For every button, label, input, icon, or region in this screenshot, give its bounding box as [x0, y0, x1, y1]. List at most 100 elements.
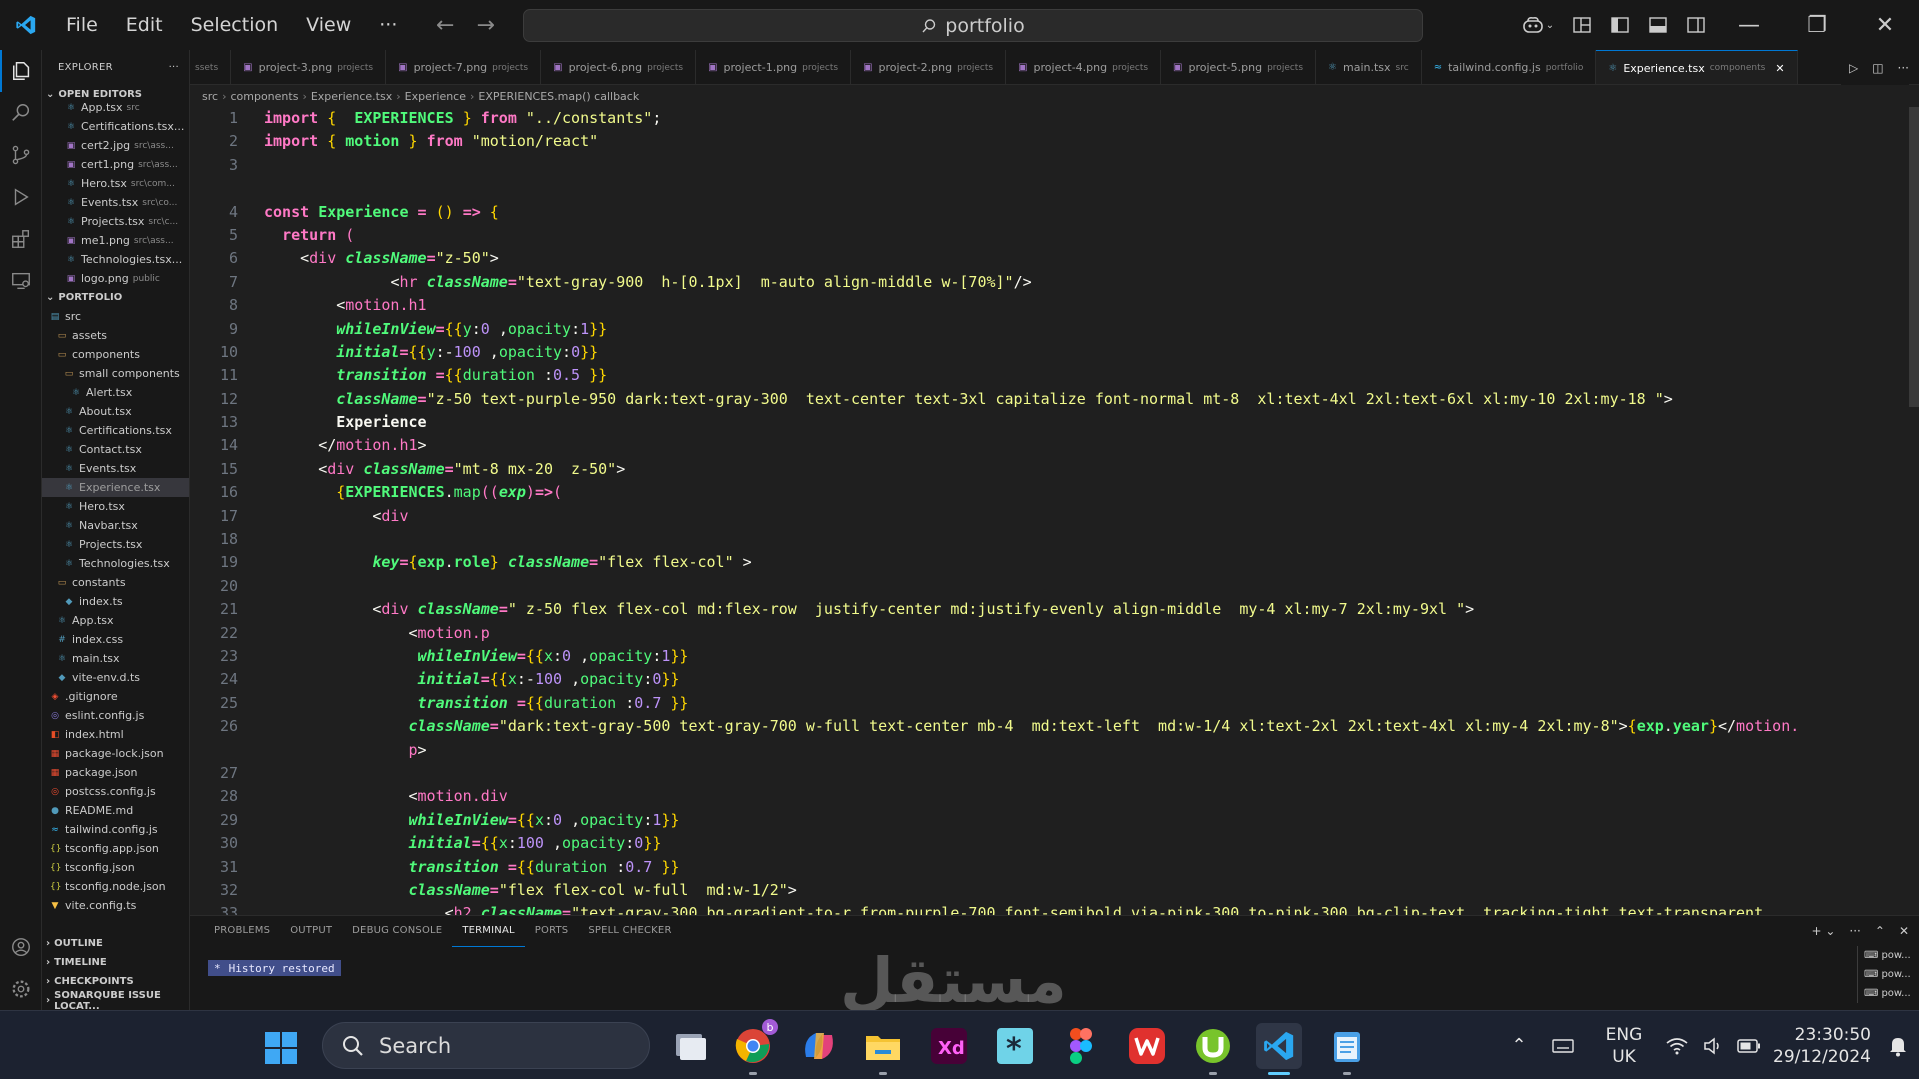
code-editor[interactable]: 1 2 3 4 5 6 7 8 9 10 11 12 13 14 15 16 17 18 19 20 21 22 23 24 2… — [190, 107, 1919, 915]
extensions-icon[interactable] — [0, 218, 42, 260]
panel-tab-output[interactable]: OUTPUT — [280, 916, 342, 946]
more-actions-icon[interactable]: ··· — [1898, 61, 1909, 75]
editor-tab[interactable]: ▣ project-2.png projects — [851, 50, 1007, 84]
editor-tab[interactable]: ▣ project-4.png projects — [1006, 50, 1162, 84]
close-panel-icon[interactable]: ✕ — [1899, 924, 1909, 938]
more-actions-icon[interactable]: ··· — [1849, 924, 1860, 938]
toggle-secondary-sidebar-icon[interactable] — [1677, 0, 1715, 50]
breadcrumb-item[interactable]: src — [202, 90, 218, 103]
file-tree-item[interactable]: ≈ tailwind.config.js — [42, 820, 189, 839]
file-explorer-icon[interactable] — [860, 1023, 906, 1075]
sidebar-section-sonarqube[interactable]: › SONARQUBE ISSUE LOCAT... — [42, 990, 189, 1011]
keyboard-icon[interactable] — [1537, 1038, 1589, 1053]
menu-item-view[interactable]: View — [292, 0, 365, 50]
tab-close-icon[interactable]: ✕ — [1775, 62, 1784, 75]
editor-tab[interactable]: ≈ tailwind.config.js portfolio — [1422, 50, 1597, 84]
terminal-instance[interactable]: ⌨ pow... — [1858, 965, 1911, 984]
file-tree-item[interactable]: ● README.md — [42, 801, 189, 820]
chevron-up-icon[interactable]: ⌃ — [1501, 1035, 1537, 1056]
close-button[interactable]: ✕ — [1851, 0, 1919, 50]
panel-tab-terminal[interactable]: TERMINAL — [452, 916, 525, 947]
editor-tab[interactable]: ssets — [190, 50, 232, 84]
file-tree-item[interactable]: ⚛ Navbar.tsx — [42, 516, 189, 535]
file-tree-item[interactable]: ◧ index.html — [42, 725, 189, 744]
copilot-icon[interactable]: ⌄ — [1513, 0, 1563, 50]
remote-explorer-icon[interactable] — [0, 260, 42, 302]
menu-item-file[interactable]: File — [52, 0, 112, 50]
restore-button[interactable]: ❐ — [1783, 0, 1851, 50]
file-tree-item[interactable]: ◈ .gitignore — [42, 687, 189, 706]
open-editor-item[interactable]: ⚛ Certifications.tsx... — [42, 117, 189, 136]
panel-tab-ports[interactable]: PORTS — [525, 916, 579, 946]
wifi-icon[interactable] — [1659, 1037, 1695, 1055]
toggle-primary-sidebar-icon[interactable] — [1601, 0, 1639, 50]
file-tree-item[interactable]: ⚛ Alert.tsx — [42, 383, 189, 402]
source-control-icon[interactable] — [0, 134, 42, 176]
breadcrumb-item[interactable]: EXPERIENCES.map() callback — [478, 90, 639, 103]
editor-tab[interactable]: ⚛ main.tsx src — [1316, 50, 1422, 84]
file-tree-item[interactable]: ▭ small components — [42, 364, 189, 383]
asterisk-app-icon[interactable]: * — [992, 1023, 1038, 1069]
file-tree-item[interactable]: ⚛ Contact.tsx — [42, 440, 189, 459]
split-editor-icon[interactable]: ◫ — [1872, 61, 1883, 75]
file-tree-item[interactable]: ◎ eslint.config.js — [42, 706, 189, 725]
menu-item-selection[interactable]: Selection — [177, 0, 293, 50]
editor-scrollbar[interactable] — [1909, 107, 1919, 407]
sidebar-section-checkpoints[interactable]: › CHECKPOINTS — [42, 972, 189, 991]
new-terminal-icon[interactable]: + ⌄ — [1811, 924, 1835, 938]
code-content[interactable]: import { EXPERIENCES } from "../constant… — [264, 107, 1919, 915]
settings-gear-icon[interactable] — [0, 968, 42, 1010]
terminal-instance[interactable]: ⌨ pow... — [1858, 946, 1911, 965]
clock[interactable]: 23:30:50 29/12/2024 — [1767, 1024, 1877, 1068]
vscode-taskbar-icon[interactable] — [1256, 1023, 1302, 1075]
breadcrumb-item[interactable]: components — [230, 90, 298, 103]
toggle-panel-icon[interactable] — [1639, 0, 1677, 50]
search-icon[interactable] — [0, 92, 42, 134]
open-editor-item[interactable]: ⚛ Hero.tsx src\com... — [42, 174, 189, 193]
file-tree-item[interactable]: ⚛ About.tsx — [42, 402, 189, 421]
notepad-icon[interactable] — [1324, 1023, 1370, 1075]
task-view-icon[interactable] — [666, 1023, 712, 1069]
file-tree-item[interactable]: ▭ assets — [42, 326, 189, 345]
menu-item-edit[interactable]: Edit — [112, 0, 177, 50]
open-editor-item[interactable]: ▣ cert2.jpg src\ass... — [42, 136, 189, 155]
file-tree-item[interactable]: ▤ src — [42, 307, 189, 326]
file-tree-item[interactable]: {} tsconfig.node.json — [42, 877, 189, 896]
sidebar-section-outline[interactable]: › OUTLINE — [42, 934, 189, 953]
file-tree-item[interactable]: ⚛ main.tsx — [42, 649, 189, 668]
minimize-button[interactable]: — — [1715, 0, 1783, 50]
wps-office-icon[interactable] — [1124, 1023, 1170, 1069]
breadcrumb-item[interactable]: Experience.tsx — [311, 90, 392, 103]
forward-arrow-icon[interactable]: → — [476, 13, 494, 38]
open-editor-item[interactable]: ⚛ Technologies.tsx... — [42, 250, 189, 269]
file-tree-item[interactable]: ⚛ Events.tsx — [42, 459, 189, 478]
taskbar-search[interactable]: Search — [322, 1022, 650, 1069]
panel-tab-debug-console[interactable]: DEBUG CONSOLE — [342, 916, 452, 946]
file-tree-item[interactable]: {} tsconfig.app.json — [42, 839, 189, 858]
adobe-xd-icon[interactable]: Xd — [926, 1023, 972, 1069]
sidebar-section-timeline[interactable]: › TIMELINE — [42, 953, 189, 972]
back-arrow-icon[interactable]: ← — [436, 13, 454, 38]
file-tree-item[interactable]: ▭ components — [42, 345, 189, 364]
editor-tab[interactable]: ▣ project-7.png projects — [386, 50, 542, 84]
utorrent-icon[interactable] — [1190, 1023, 1236, 1075]
file-tree-item[interactable]: # index.css — [42, 630, 189, 649]
file-tree-item[interactable]: ⚛ Hero.tsx — [42, 497, 189, 516]
editor-tab[interactable]: ▣ project-1.png projects — [696, 50, 852, 84]
file-tree-item[interactable]: ▦ package-lock.json — [42, 744, 189, 763]
file-tree-item[interactable]: ◆ vite-env.d.ts — [42, 668, 189, 687]
file-tree-item[interactable]: ◆ index.ts — [42, 592, 189, 611]
maximize-panel-icon[interactable]: ⌃ — [1875, 924, 1885, 938]
editor-tab[interactable]: ▣ project-3.png projects — [231, 50, 387, 84]
panel-tab-problems[interactable]: PROBLEMS — [204, 916, 280, 946]
file-tree-item[interactable]: ⚛ Certifications.tsx — [42, 421, 189, 440]
notification-bell-icon[interactable] — [1877, 1035, 1919, 1057]
file-tree-item[interactable]: ▼ vite.config.ts — [42, 896, 189, 915]
open-editor-item[interactable]: ⚛ App.tsx src — [42, 98, 189, 117]
open-editor-item[interactable]: ▣ me1.png src\ass... — [42, 231, 189, 250]
terminal-instance[interactable]: ⌨ pow... — [1858, 984, 1911, 1003]
open-editor-item[interactable]: ⚛ Events.tsx src\co... — [42, 193, 189, 212]
editor-tab[interactable]: ▣ project-6.png projects — [541, 50, 697, 84]
editor-tab[interactable]: ⚛ Experience.tsx components ✕ — [1596, 50, 1798, 84]
file-tree-item[interactable]: ▦ package.json — [42, 763, 189, 782]
